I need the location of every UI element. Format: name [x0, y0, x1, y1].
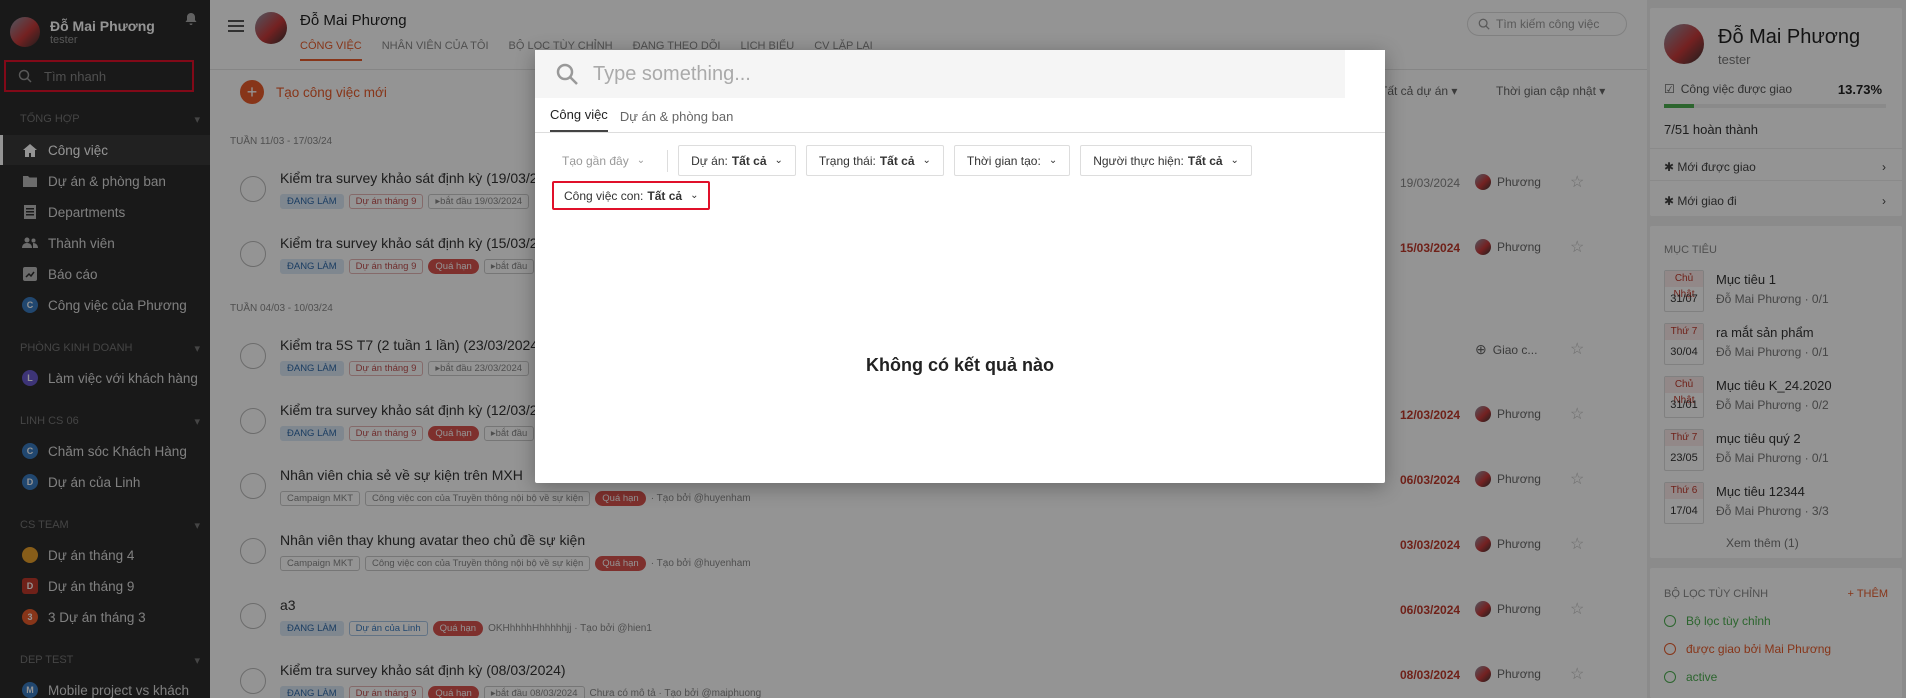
project-filter-chip[interactable]: Dự án: Tất cả ⌄: [678, 145, 796, 176]
tab-tasks[interactable]: Công việc: [550, 107, 608, 132]
tab-projects[interactable]: Dự án & phòng ban: [620, 109, 734, 132]
modal-search-input[interactable]: Type something...: [535, 50, 1385, 98]
empty-state: Không có kết quả nào: [865, 355, 1054, 375]
chip-key: Người thực hiện:: [1093, 153, 1184, 168]
chip-key: Công việc con:: [564, 188, 644, 203]
chevron-down-icon: ⌄: [690, 190, 699, 201]
divider: [667, 149, 669, 172]
chip-value: Tất cả: [731, 153, 767, 168]
sort-label: Tạo gần đây: [562, 153, 629, 168]
chip-value: Tất cả: [879, 153, 915, 168]
search-modal: Type something... Công việc Dự án & phòn…: [535, 50, 1385, 483]
chevron-down-icon: ⌄: [1048, 155, 1058, 166]
sort-dropdown[interactable]: Tạo gần đây ⌄: [550, 145, 658, 176]
chevron-down-icon: ⌄: [774, 155, 783, 166]
chip-value: Tất cả: [647, 188, 683, 203]
chevron-down-icon: ⌄: [636, 155, 646, 166]
chip-key: Dự án:: [691, 153, 728, 168]
subtask-filter-chip[interactable]: Công việc con: Tất cả ⌄: [552, 181, 711, 210]
chip-key: Thời gian tạo:: [966, 153, 1041, 168]
chevron-down-icon: ⌄: [922, 155, 931, 166]
search-icon: [556, 63, 578, 85]
chip-key: Trạng thái:: [818, 153, 876, 168]
chevron-down-icon: ⌄: [1230, 155, 1239, 166]
chip-value: Tất cả: [1187, 153, 1223, 168]
modal-search-placeholder: Type something...: [593, 62, 751, 85]
status-filter-chip[interactable]: Trạng thái: Tất cả ⌄: [805, 145, 944, 176]
created-time-filter-chip[interactable]: Thời gian tạo: ⌄: [953, 145, 1071, 176]
assignee-filter-chip[interactable]: Người thực hiện: Tất cả ⌄: [1080, 145, 1252, 176]
modal-tabs: Công việc Dự án & phòng ban: [535, 98, 1385, 133]
filter-chips: Tạo gần đây ⌄ Dự án: Tất cả ⌄ Trạng thái: Tấ…: [550, 145, 1252, 176]
